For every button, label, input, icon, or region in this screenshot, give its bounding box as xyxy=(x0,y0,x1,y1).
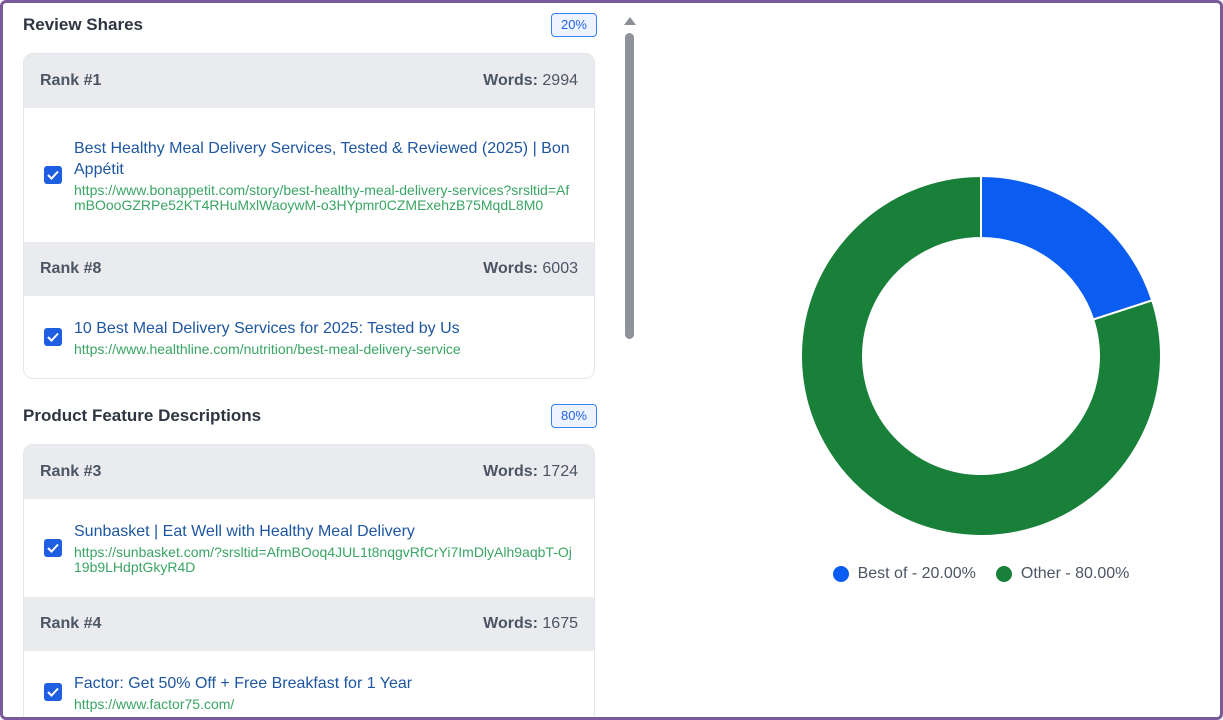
result-url-link[interactable]: https://sunbasket.com/?srsltid=AfmBOoq4J… xyxy=(74,545,578,575)
result-text: 10 Best Meal Delivery Services for 2025:… xyxy=(74,318,578,357)
result-title-link[interactable]: 10 Best Meal Delivery Services for 2025:… xyxy=(74,318,578,339)
result-title-link[interactable]: Best Healthy Meal Delivery Services, Tes… xyxy=(74,138,578,180)
rank-label: Rank #4 xyxy=(40,615,102,632)
section-header-review-shares: Review Shares 20% xyxy=(23,10,597,40)
legend-label: Other - 80.00% xyxy=(1020,565,1130,582)
word-count: Words: 1675 xyxy=(483,615,578,632)
result-checkbox[interactable] xyxy=(44,683,62,701)
results-card-product-feature-descriptions: Rank #3 Words: 1724 Sunbasket | Eat Well… xyxy=(23,444,595,717)
result-text: Factor: Get 50% Off + Free Breakfast for… xyxy=(74,673,578,712)
result-checkbox[interactable] xyxy=(44,328,62,346)
rank-label: Rank #1 xyxy=(40,72,102,89)
word-count: Words: 2994 xyxy=(483,72,578,89)
legend-dot-icon xyxy=(995,566,1012,582)
percent-badge: 20% xyxy=(550,13,597,37)
scrollbar-thumb[interactable] xyxy=(625,33,634,339)
rank-header: Rank #1 Words: 2994 xyxy=(24,54,594,108)
section-title: Product Feature Descriptions xyxy=(23,406,262,425)
checkmark-icon xyxy=(47,687,59,697)
legend-item-other[interactable]: Other - 80.00% xyxy=(995,565,1130,583)
chart-legend: Best of - 20.00% Other - 80.00% xyxy=(703,565,1220,583)
scrollbar[interactable] xyxy=(623,13,637,717)
chart-pane: Best of - 20.00% Other - 80.00% xyxy=(703,3,1220,717)
scroll-up-arrow-icon[interactable] xyxy=(624,17,636,25)
section-title: Review Shares xyxy=(23,15,144,34)
result-checkbox[interactable] xyxy=(44,539,62,557)
rank-header: Rank #3 Words: 1724 xyxy=(24,445,594,499)
checkmark-icon xyxy=(47,543,59,553)
percent-badge: 80% xyxy=(550,404,597,428)
result-title-link[interactable]: Sunbasket | Eat Well with Healthy Meal D… xyxy=(74,521,578,542)
result-url-link[interactable]: https://www.bonappetit.com/story/best-he… xyxy=(74,182,578,213)
legend-item-best-of[interactable]: Best of - 20.00% xyxy=(832,565,976,583)
result-item: Best Healthy Meal Delivery Services, Tes… xyxy=(24,108,594,242)
result-title-link[interactable]: Factor: Get 50% Off + Free Breakfast for… xyxy=(74,673,578,694)
rank-label: Rank #3 xyxy=(40,463,102,480)
donut-chart xyxy=(800,174,1162,537)
result-item: Sunbasket | Eat Well with Healthy Meal D… xyxy=(24,499,594,597)
rank-header: Rank #4 Words: 1675 xyxy=(24,597,594,651)
result-text: Best Healthy Meal Delivery Services, Tes… xyxy=(74,138,578,213)
content-list-pane: Review Shares 20% Rank #1 Words: 2994 Be… xyxy=(23,3,599,717)
rank-label: Rank #8 xyxy=(40,260,102,277)
legend-dot-icon xyxy=(832,566,849,582)
result-item: 10 Best Meal Delivery Services for 2025:… xyxy=(24,296,594,378)
result-text: Sunbasket | Eat Well with Healthy Meal D… xyxy=(74,521,578,575)
donut-slice-best-of[interactable] xyxy=(980,174,1154,321)
app-frame: Review Shares 20% Rank #1 Words: 2994 Be… xyxy=(0,0,1223,720)
checkmark-icon xyxy=(47,170,59,180)
section-header-product-feature-descriptions: Product Feature Descriptions 80% xyxy=(23,401,597,431)
checkmark-icon xyxy=(47,332,59,342)
result-url-link[interactable]: https://www.factor75.com/ xyxy=(74,696,578,712)
word-count: Words: 1724 xyxy=(483,463,578,480)
result-url-link[interactable]: https://www.healthline.com/nutrition/bes… xyxy=(74,341,578,357)
result-checkbox[interactable] xyxy=(44,166,62,184)
legend-label: Best of - 20.00% xyxy=(857,565,976,582)
results-card-review-shares: Rank #1 Words: 2994 Best Healthy Meal De… xyxy=(23,53,595,379)
rank-header: Rank #8 Words: 6003 xyxy=(24,242,594,296)
result-item: Factor: Get 50% Off + Free Breakfast for… xyxy=(24,651,594,717)
word-count: Words: 6003 xyxy=(483,260,578,277)
